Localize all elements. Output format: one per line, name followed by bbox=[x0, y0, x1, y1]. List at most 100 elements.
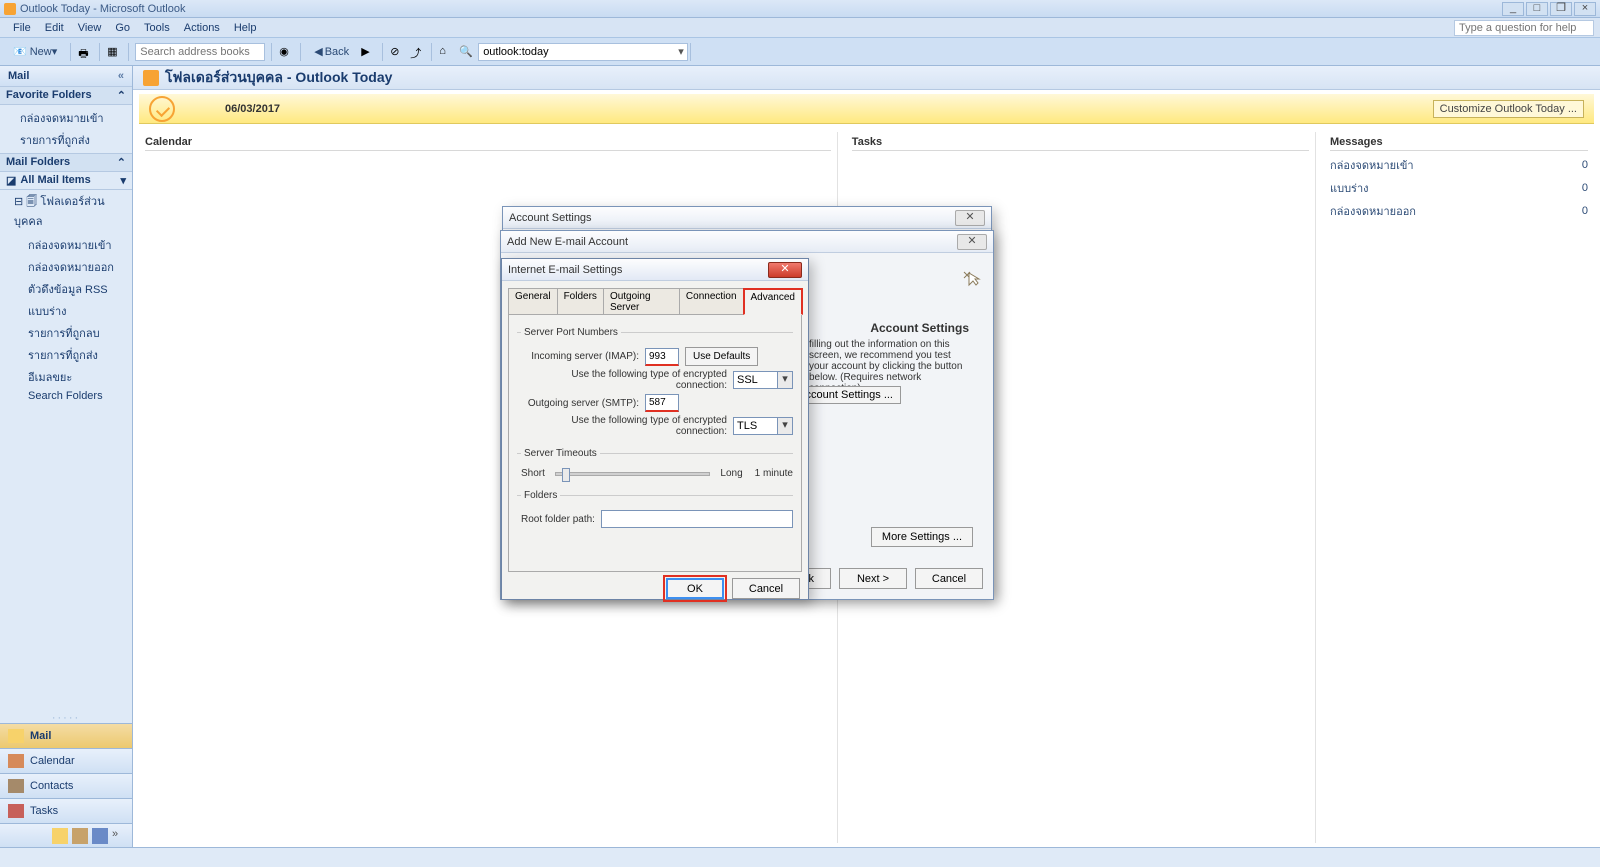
fav-folder-item[interactable]: กล่องจดหมายเข้า bbox=[0, 107, 132, 129]
dropdown-arrow-icon[interactable]: ▾ bbox=[777, 372, 792, 388]
nav-calendar-button[interactable]: Calendar bbox=[0, 748, 132, 773]
address-bar-input[interactable] bbox=[478, 43, 688, 61]
help-icon[interactable]: ◉ bbox=[278, 44, 294, 60]
calendar-icon bbox=[8, 754, 24, 768]
menu-go[interactable]: Go bbox=[108, 20, 137, 36]
dialog-close-button[interactable]: ✕ bbox=[955, 210, 985, 226]
window-restore-button[interactable]: ❐ bbox=[1550, 2, 1572, 16]
group-folders: Folders bbox=[521, 490, 560, 501]
message-row[interactable]: แบบร่าง0 bbox=[1330, 178, 1588, 198]
root-folder-input[interactable] bbox=[601, 510, 793, 528]
page-title: โฟลเดอร์ส่วนบุคคล - Outlook Today bbox=[165, 67, 392, 89]
menu-bar: File Edit View Go Tools Actions Help bbox=[0, 18, 1600, 38]
folder-item-outbox[interactable]: กล่องจดหมายออก bbox=[0, 256, 132, 278]
app-icon bbox=[4, 3, 16, 15]
smtp-encryption-label: Use the following type of encrypted conn… bbox=[521, 415, 727, 437]
timeout-value: 1 minute bbox=[755, 468, 793, 479]
more-settings-button[interactable]: More Settings ... bbox=[871, 527, 973, 547]
dropdown-arrow-icon[interactable]: ▾ bbox=[777, 418, 792, 434]
tab-folders[interactable]: Folders bbox=[557, 288, 604, 315]
nav-section-mail[interactable]: Mail« bbox=[0, 66, 132, 86]
folder-item-rss[interactable]: ตัวดึงข้อมูล RSS bbox=[0, 278, 132, 300]
next-button[interactable]: Next > bbox=[839, 568, 907, 589]
folder-item-sent[interactable]: รายการที่ถูกส่ง bbox=[0, 344, 132, 366]
mail-icon bbox=[8, 729, 24, 743]
configure-icon[interactable]: » bbox=[112, 828, 128, 844]
dialog-close-button[interactable]: ✕ bbox=[768, 262, 802, 278]
tab-bar: General Folders Outgoing Server Connecti… bbox=[508, 287, 802, 314]
window-close-button[interactable]: × bbox=[1574, 2, 1596, 16]
cancel-button[interactable]: Cancel bbox=[732, 578, 800, 599]
contacts-icon bbox=[8, 779, 24, 793]
use-defaults-button[interactable]: Use Defaults bbox=[685, 347, 758, 366]
folder-item-inbox[interactable]: กล่องจดหมายเข้า bbox=[0, 234, 132, 256]
folder-icon bbox=[143, 70, 159, 86]
tasks-heading: Tasks bbox=[852, 136, 1309, 151]
nav-contacts-button[interactable]: Contacts bbox=[0, 773, 132, 798]
folder-item-deleted[interactable]: รายการที่ถูกลบ bbox=[0, 322, 132, 344]
folder-item-search[interactable]: Search Folders bbox=[0, 388, 132, 404]
tab-advanced[interactable]: Advanced bbox=[743, 288, 803, 315]
dialog-close-button[interactable]: ✕ bbox=[957, 234, 987, 250]
folder-item-drafts[interactable]: แบบร่าง bbox=[0, 300, 132, 322]
nav-mail-button[interactable]: Mail bbox=[0, 723, 132, 748]
customize-today-button[interactable]: Customize Outlook Today ... bbox=[1433, 100, 1584, 118]
nav-mail-folders-header[interactable]: Mail Folders⌃ bbox=[0, 153, 132, 172]
menu-file[interactable]: File bbox=[6, 20, 38, 36]
back-button[interactable]: ◀ Back bbox=[307, 42, 356, 62]
smtp-port-input[interactable] bbox=[645, 394, 679, 412]
chevron-up-icon[interactable]: ⌃ bbox=[117, 156, 126, 169]
ok-button[interactable]: OK bbox=[666, 578, 724, 599]
imap-port-input[interactable] bbox=[645, 348, 679, 366]
notes-icon[interactable] bbox=[52, 828, 68, 844]
smtp-encryption-select[interactable]: TLS▾ bbox=[733, 417, 793, 435]
nav-pane: Mail« Favorite Folders⌃ กล่องจดหมายเข้า … bbox=[0, 66, 133, 847]
chevron-up-icon[interactable]: ⌃ bbox=[117, 89, 126, 102]
chevron-left-icon[interactable]: « bbox=[118, 70, 124, 82]
window-minimize-button[interactable]: _ bbox=[1502, 2, 1524, 16]
tab-outgoing-server[interactable]: Outgoing Server bbox=[603, 288, 680, 315]
shortcuts-icon[interactable] bbox=[92, 828, 108, 844]
fav-folder-item[interactable]: รายการที่ถูกส่ง bbox=[0, 129, 132, 151]
smtp-label: Outgoing server (SMTP): bbox=[521, 398, 639, 409]
categories-icon[interactable]: ▦ bbox=[106, 44, 122, 60]
stop-icon[interactable]: ⊘ bbox=[389, 44, 405, 60]
menu-help[interactable]: Help bbox=[227, 20, 264, 36]
cancel-button[interactable]: Cancel bbox=[915, 568, 983, 589]
new-button[interactable]: 📧 New ▾ bbox=[6, 42, 64, 62]
tab-connection[interactable]: Connection bbox=[679, 288, 744, 315]
dialog-title: Account Settings bbox=[509, 212, 592, 224]
cursor-sparkle-icon bbox=[961, 263, 981, 287]
tab-general[interactable]: General bbox=[508, 288, 558, 315]
imap-encryption-select[interactable]: SSL▾ bbox=[733, 371, 793, 389]
window-maximize-button[interactable]: □ bbox=[1526, 2, 1548, 16]
address-search-input[interactable] bbox=[135, 43, 265, 61]
print-icon[interactable]: 🖶 bbox=[77, 44, 93, 60]
message-row[interactable]: กล่องจดหมายออก0 bbox=[1330, 201, 1588, 221]
slider-thumb[interactable] bbox=[562, 468, 570, 482]
nav-all-mail-items[interactable]: ◪All Mail Items▾ bbox=[0, 172, 132, 190]
today-date: 06/03/2017 bbox=[225, 103, 280, 115]
folder-list-icon[interactable] bbox=[72, 828, 88, 844]
menu-actions[interactable]: Actions bbox=[177, 20, 227, 36]
forward-icon[interactable]: ▶ bbox=[360, 44, 376, 60]
help-search-input[interactable] bbox=[1454, 20, 1594, 36]
nav-grip[interactable]: ····· bbox=[0, 715, 132, 723]
timeout-slider[interactable] bbox=[555, 472, 710, 476]
home-icon[interactable]: ⌂ bbox=[438, 44, 454, 60]
folder-item-junk[interactable]: อีเมลขยะ bbox=[0, 366, 132, 388]
dropdown-icon[interactable]: ▾ bbox=[120, 174, 126, 187]
menu-tools[interactable]: Tools bbox=[137, 20, 177, 36]
account-settings-heading: Account Settings bbox=[870, 321, 969, 335]
nav-root-folder[interactable]: ⊟ 🗐 โฟลเดอร์ส่วนบุคคล bbox=[0, 190, 132, 232]
group-server-timeouts: Server Timeouts bbox=[521, 448, 600, 459]
menu-edit[interactable]: Edit bbox=[38, 20, 71, 36]
message-row[interactable]: กล่องจดหมายเข้า0 bbox=[1330, 155, 1588, 175]
nav-tasks-button[interactable]: Tasks bbox=[0, 798, 132, 823]
toolbar: 📧 New ▾ 🖶 ▦ ◉ ◀ Back ▶ ⊘ ⤴ ⌂ 🔍 ▾ bbox=[0, 38, 1600, 66]
menu-view[interactable]: View bbox=[71, 20, 109, 36]
up-icon[interactable]: ⤴ bbox=[409, 44, 425, 60]
find-icon[interactable]: 🔍 bbox=[458, 44, 474, 60]
nav-favorite-folders-header[interactable]: Favorite Folders⌃ bbox=[0, 86, 132, 105]
imap-encryption-label: Use the following type of encrypted conn… bbox=[521, 369, 727, 391]
